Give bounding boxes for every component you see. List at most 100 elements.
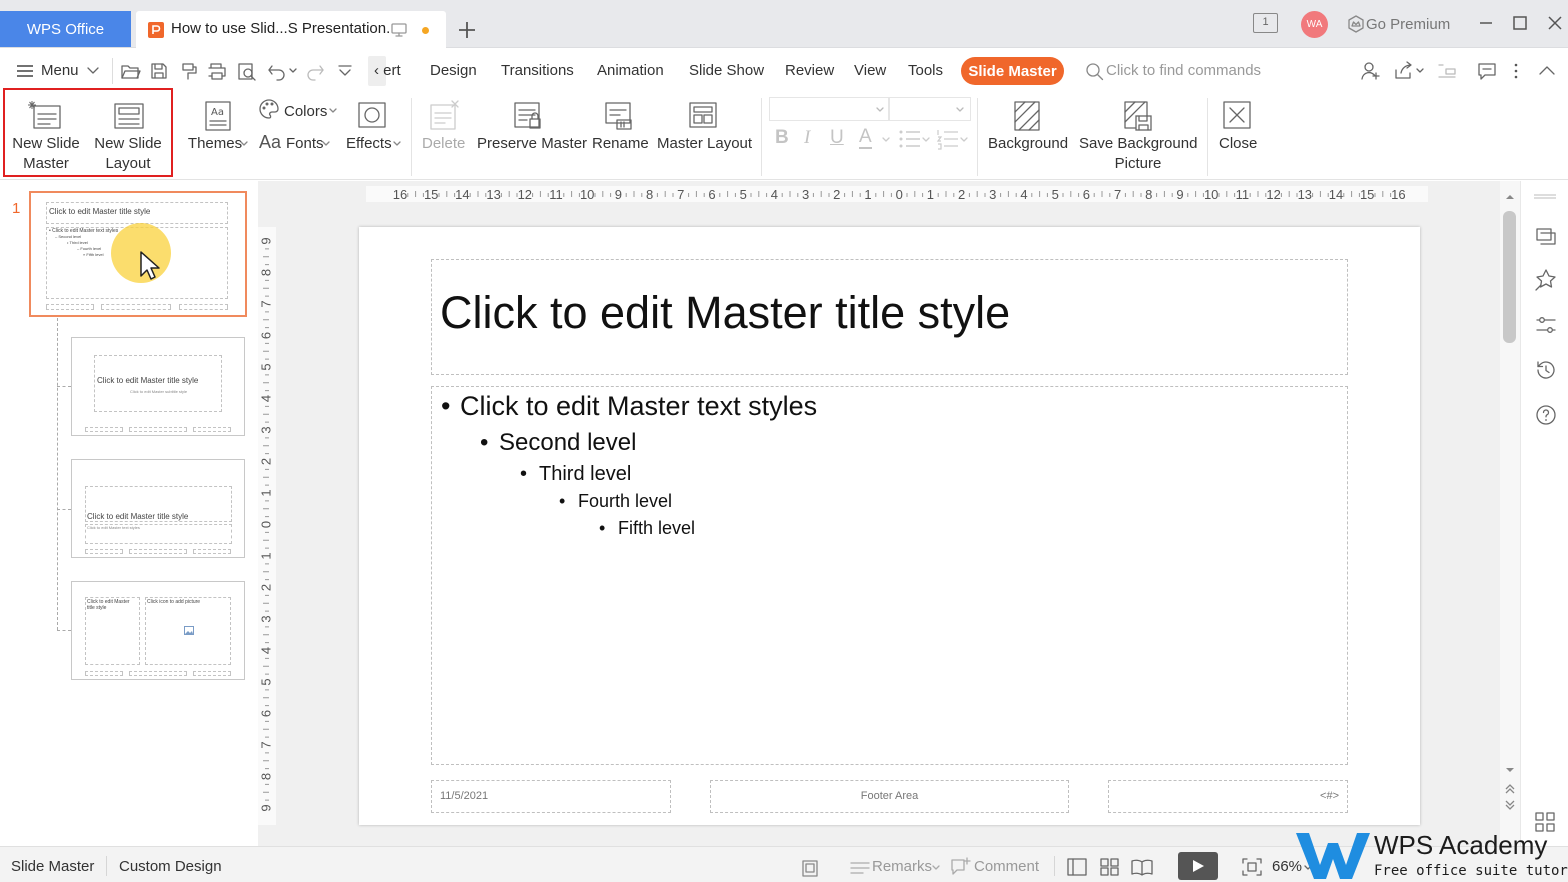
delete-button[interactable]: Delete <box>418 96 470 156</box>
tab-review[interactable]: Review <box>785 62 834 79</box>
history-icon[interactable] <box>1534 358 1558 382</box>
italic-button[interactable]: I <box>804 127 810 149</box>
tab-design[interactable]: Design <box>430 62 477 79</box>
font-size-select[interactable] <box>889 97 971 121</box>
tab-view[interactable]: View <box>854 62 886 79</box>
wps-office-tab[interactable]: WPS Office <box>0 11 131 47</box>
chevron-down-icon[interactable] <box>86 65 100 77</box>
print-icon[interactable] <box>206 61 228 81</box>
footer-placeholder[interactable]: Footer Area <box>710 780 1069 813</box>
font-color-dropdown-icon[interactable] <box>882 137 890 143</box>
body-placeholder[interactable]: • Click to edit Master text styles • Secon… <box>431 386 1348 765</box>
page-up-icon[interactable] <box>1505 784 1515 794</box>
rename-button[interactable]: Rename <box>589 96 651 156</box>
open-folder-icon[interactable] <box>120 61 142 81</box>
help-icon[interactable] <box>1534 403 1558 427</box>
undo-dropdown-icon[interactable] <box>288 66 298 76</box>
tab-transitions[interactable]: Transitions <box>501 62 574 79</box>
collapse-ribbon-icon[interactable] <box>1537 62 1557 78</box>
slide-title[interactable]: Click to edit Master title style <box>440 287 1010 339</box>
customize-toolbar-icon[interactable] <box>336 63 354 79</box>
animation-icon[interactable] <box>1534 268 1558 292</box>
maximize-icon[interactable] <box>1511 14 1529 32</box>
colors-button[interactable]: Colors <box>258 98 340 124</box>
remarks-icon[interactable] <box>849 858 871 878</box>
command-search-input[interactable]: Click to find commands <box>1106 62 1261 79</box>
minimize-icon[interactable] <box>1477 14 1495 32</box>
format-painter-icon[interactable] <box>178 61 200 81</box>
date-placeholder[interactable]: 11/5/2021 <box>431 780 671 813</box>
body-level-1[interactable]: • Click to edit Master text styles <box>441 391 817 422</box>
notes-toggle-icon[interactable] <box>800 858 820 878</box>
preserve-master-button[interactable]: Preserve Master <box>474 96 587 156</box>
background-button[interactable]: Background <box>984 96 1070 156</box>
more-options-icon[interactable] <box>1508 61 1524 81</box>
print-preview-icon[interactable] <box>236 61 258 81</box>
effects-button[interactable]: Effects <box>344 96 402 156</box>
fit-to-window-icon[interactable] <box>1241 857 1263 877</box>
vertical-scrollbar[interactable] <box>1500 181 1520 846</box>
numbering-icon[interactable] <box>936 128 960 150</box>
close-master-view-button[interactable]: Close <box>1214 96 1260 156</box>
tab-insert[interactable]: ‹ ert <box>374 62 401 79</box>
tab-animation[interactable]: Animation <box>597 62 664 79</box>
comment-button[interactable]: Comment <box>974 858 1039 875</box>
reading-view-icon[interactable] <box>1130 857 1154 877</box>
page-down-icon[interactable] <box>1505 800 1515 810</box>
body-level-5[interactable]: • Fifth level <box>599 518 695 539</box>
layout-thumbnail-picture[interactable]: Click to edit Master title style Click i… <box>71 581 245 680</box>
bold-button[interactable]: B <box>775 127 789 149</box>
save-icon[interactable] <box>149 61 169 81</box>
redo-icon[interactable] <box>304 61 326 81</box>
numbering-dropdown-icon[interactable] <box>960 137 968 143</box>
undo-icon[interactable] <box>266 61 288 81</box>
body-level-4[interactable]: • Fourth level <box>559 491 672 512</box>
share-user-icon[interactable] <box>1360 60 1382 82</box>
comment-icon[interactable] <box>1476 61 1498 81</box>
menu-button[interactable]: Menu <box>41 62 79 79</box>
normal-view-icon[interactable] <box>1066 857 1088 877</box>
body-level-3[interactable]: • Third level <box>520 463 631 486</box>
remarks-dropdown-icon[interactable] <box>932 865 940 871</box>
fonts-button[interactable]: Aa Fonts <box>258 131 340 157</box>
underline-button[interactable]: U <box>830 127 844 149</box>
go-premium-link[interactable]: Go Premium <box>1366 16 1450 33</box>
themes-button[interactable]: Aa Themes <box>185 96 251 156</box>
tab-slide-show[interactable]: Slide Show <box>689 62 764 79</box>
picture-icon <box>184 626 194 635</box>
save-background-picture-button[interactable]: Save Background Picture <box>1076 96 1200 174</box>
scroll-up-icon[interactable] <box>1505 193 1515 201</box>
layout-thumbnail-title[interactable]: Click to edit Master title style Click t… <box>71 337 245 436</box>
slide-canvas[interactable]: Click to edit Master title style • Click … <box>359 227 1420 825</box>
play-slideshow-button[interactable] <box>1178 852 1218 880</box>
master-layout-button[interactable]: Master Layout <box>654 96 754 156</box>
slide-design-icon[interactable] <box>1534 225 1558 249</box>
slide-number-placeholder[interactable]: <#> <box>1108 780 1348 813</box>
font-color-button[interactable]: A <box>859 127 872 149</box>
scroll-thumb[interactable] <box>1503 211 1516 343</box>
bullets-icon[interactable] <box>898 128 922 150</box>
tab-slide-master[interactable]: Slide Master <box>961 57 1064 85</box>
new-tab-icon[interactable] <box>456 19 478 41</box>
avatar[interactable]: WA <box>1301 11 1328 38</box>
document-tab[interactable]: How to use Slid...S Presentation. <box>136 11 446 48</box>
slide-sorter-icon[interactable] <box>1099 857 1121 877</box>
screen-icon[interactable] <box>390 22 408 38</box>
comment-add-icon[interactable] <box>949 856 971 878</box>
bullets-dropdown-icon[interactable] <box>922 137 930 143</box>
hamburger-icon[interactable] <box>15 63 35 79</box>
share-dropdown-icon[interactable] <box>1415 66 1425 76</box>
window-count-icon[interactable]: 1 <box>1253 13 1278 33</box>
status-design-name[interactable]: Custom Design <box>119 858 222 875</box>
collapse-panel-icon[interactable] <box>1436 60 1458 82</box>
body-level-2[interactable]: • Second level <box>480 429 636 457</box>
layout-thumbnail-section[interactable]: Click to edit Master title style Click t… <box>71 459 245 558</box>
remarks-button[interactable]: Remarks <box>872 858 932 875</box>
title-placeholder[interactable]: Click to edit Master title style <box>431 259 1348 375</box>
tab-tools[interactable]: Tools <box>908 62 943 79</box>
export-share-icon[interactable] <box>1393 60 1415 82</box>
close-window-icon[interactable] <box>1546 14 1564 32</box>
properties-icon[interactable] <box>1534 313 1558 337</box>
scroll-down-icon[interactable] <box>1505 766 1515 774</box>
font-name-select[interactable] <box>769 97 889 121</box>
